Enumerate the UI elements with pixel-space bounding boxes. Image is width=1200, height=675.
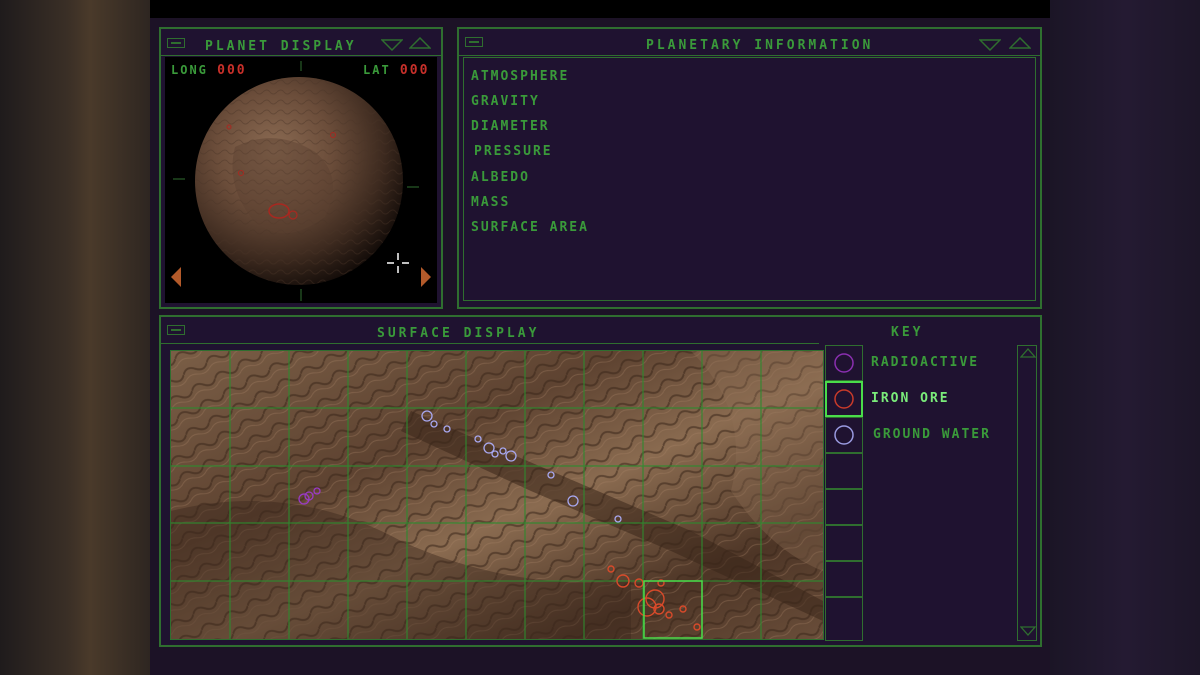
key-label-iron-ore[interactable]: IRON ORE	[871, 391, 950, 406]
crosshair-cursor-icon	[387, 253, 409, 273]
collapse-up-icon[interactable]	[409, 37, 431, 49]
key-label-ground-water[interactable]: GROUND WATER	[873, 427, 991, 442]
planet-display-panel: PLANET DISPLAY LONG 000 LAT 000	[159, 27, 443, 309]
information-list-area	[463, 57, 1036, 301]
title-divider	[459, 55, 1040, 56]
key-swatch-empty[interactable]	[825, 597, 863, 641]
key-swatch-iron-ore[interactable]	[825, 381, 863, 417]
title-divider	[161, 343, 819, 344]
surface-display-panel: SURFACE DISPLAY KEY RADIOACTIVE IRON ORE…	[159, 315, 1042, 647]
pressure-label: PRESSURE	[474, 144, 553, 159]
key-swatch-empty[interactable]	[825, 489, 863, 525]
planet-globe[interactable]	[165, 57, 437, 303]
scroll-up-icon	[1020, 348, 1036, 358]
title-divider	[161, 55, 441, 56]
radioactive-swatch-icon	[834, 353, 854, 373]
key-label-radioactive[interactable]: RADIOACTIVE	[871, 355, 979, 370]
key-swatch-ground-water[interactable]	[825, 417, 863, 453]
top-bar	[150, 0, 1050, 18]
rotate-left-arrow-icon	[171, 267, 181, 287]
minimize-button[interactable]	[167, 325, 185, 335]
key-swatch-empty[interactable]	[825, 525, 863, 561]
scroll-down-icon	[1020, 626, 1036, 636]
key-swatch-empty[interactable]	[825, 561, 863, 597]
game-screen: PLANET DISPLAY LONG 000 LAT 000 PLANETAR…	[150, 0, 1050, 675]
collapse-down-icon[interactable]	[381, 39, 403, 51]
gravity-label: GRAVITY	[471, 94, 540, 109]
rotate-right-arrow-icon	[421, 267, 431, 287]
planet-display-title: PLANET DISPLAY	[205, 39, 357, 54]
key-title: KEY	[891, 325, 924, 340]
diameter-label: DIAMETER	[471, 119, 550, 134]
ground-water-swatch-icon	[834, 425, 854, 445]
collapse-down-icon[interactable]	[979, 39, 1001, 51]
mass-label: MASS	[471, 195, 511, 210]
iron-ore-swatch-icon	[834, 389, 854, 409]
minimize-button[interactable]	[167, 38, 185, 48]
left-backdrop	[0, 0, 150, 675]
collapse-up-icon[interactable]	[1009, 37, 1031, 49]
planetary-information-title: PLANETARY INFORMATION	[646, 38, 874, 53]
surface-map-frame	[170, 350, 824, 640]
minimize-button[interactable]	[465, 37, 483, 47]
right-backdrop	[1050, 0, 1200, 675]
planetary-information-panel: PLANETARY INFORMATION ATMOSPHERE GRAVITY…	[457, 27, 1042, 309]
key-swatch-radioactive[interactable]	[825, 345, 863, 381]
atmosphere-label: ATMOSPHERE	[471, 69, 570, 84]
surface-area-label: SURFACE AREA	[471, 220, 589, 235]
planet-viewport[interactable]: LONG 000 LAT 000	[165, 57, 437, 303]
key-swatch-empty[interactable]	[825, 453, 863, 489]
surface-display-title: SURFACE DISPLAY	[377, 326, 540, 341]
key-scrollbar[interactable]	[1017, 345, 1037, 641]
albedo-label: ALBEDO	[471, 170, 530, 185]
